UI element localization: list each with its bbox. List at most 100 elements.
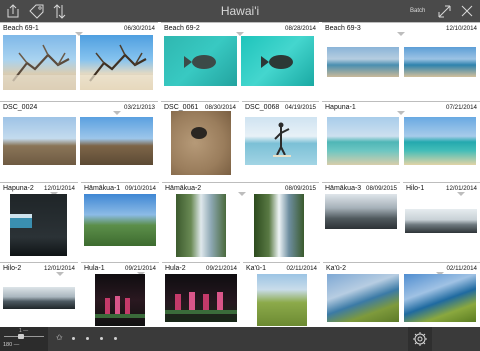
- photo-name: Hapuna-1: [325, 104, 356, 111]
- rating-dot[interactable]: [86, 337, 89, 340]
- zoom-control[interactable]: 1 — 180 —: [0, 327, 48, 351]
- divider: [242, 101, 319, 102]
- photo-thumbnail[interactable]: [95, 274, 145, 326]
- photo-grid: Beach 69-1 06/30/2014 Beach 69-2 08/28/2…: [0, 22, 480, 327]
- photo-thumbnail-original[interactable]: [327, 117, 399, 165]
- toolbar-spacer: [432, 327, 480, 351]
- divider: [322, 22, 480, 23]
- photo-thumbnail-original[interactable]: [3, 35, 76, 90]
- photo-date: 12/10/2014: [446, 25, 477, 32]
- photo-thumbnail[interactable]: [325, 194, 397, 229]
- photo-tile[interactable]: Hāmākua-3 08/09/2015: [322, 182, 400, 258]
- photo-date: 09/10/2014: [125, 185, 156, 192]
- photo-thumbnail-original[interactable]: [327, 47, 399, 77]
- divider: [323, 262, 480, 263]
- photo-tile[interactable]: DSC_0061 08/30/2014: [161, 101, 239, 177]
- photo-tile[interactable]: Hāmākua-2 08/09/2015: [162, 182, 319, 258]
- photo-thumbnail[interactable]: [84, 194, 156, 246]
- divider-pointer: [238, 192, 246, 196]
- photo-tile[interactable]: Hapuna-2 12/01/2014: [0, 182, 78, 258]
- album-title: Hawai'i: [220, 4, 260, 18]
- photo-tile[interactable]: Beach 69-3 12/10/2014: [322, 22, 480, 96]
- photo-name: Hilo-2: [3, 265, 22, 272]
- divider: [0, 182, 78, 183]
- photo-tile[interactable]: Hāmākua-1 09/10/2014: [81, 182, 159, 258]
- photo-tile[interactable]: Beach 69-1 06/30/2014: [0, 22, 158, 96]
- photo-name: Hāmākua-3: [325, 185, 362, 192]
- photo-thumbnail[interactable]: [171, 111, 231, 175]
- photo-date: 03/21/2013: [124, 104, 155, 111]
- gear-icon: [413, 332, 427, 346]
- photo-name: Hāmākua-1: [84, 185, 121, 192]
- photo-name: Hula-2: [165, 265, 186, 272]
- photo-thumbnail[interactable]: [165, 274, 237, 322]
- photo-thumbnail-original[interactable]: [164, 36, 237, 86]
- bottom-toolbar: 1 — 180 — ✩: [0, 327, 480, 351]
- photo-name: DSC_0024: [3, 104, 38, 111]
- photo-date: 02/11/2014: [446, 265, 477, 272]
- divider: [0, 22, 158, 23]
- photo-date: 07/21/2014: [446, 104, 477, 111]
- star-icon[interactable]: ✩: [56, 333, 63, 343]
- photo-thumbnail-edited[interactable]: [404, 117, 476, 165]
- divider: [161, 22, 319, 23]
- photo-tile[interactable]: Hilo-1 12/01/2014: [403, 182, 480, 258]
- divider: [322, 101, 480, 102]
- photo-name: Hula-1: [84, 265, 105, 272]
- photo-thumbnail[interactable]: [245, 117, 317, 165]
- expand-icon[interactable]: [436, 3, 452, 19]
- photo-thumbnail-original[interactable]: [327, 274, 399, 322]
- rating-dot[interactable]: [72, 337, 75, 340]
- divider: [162, 262, 240, 263]
- rating-dot[interactable]: [100, 337, 103, 340]
- zoom-slider-handle[interactable]: [18, 334, 24, 339]
- photo-tile[interactable]: Hula-1 09/21/2014: [81, 262, 159, 327]
- rating-dot[interactable]: [114, 337, 117, 340]
- photo-thumbnail[interactable]: [405, 209, 477, 233]
- photo-thumbnail[interactable]: [257, 274, 307, 326]
- photo-date: 09/21/2014: [206, 265, 237, 272]
- photo-tile[interactable]: Hula-2 09/21/2014: [162, 262, 240, 327]
- divider: [0, 262, 78, 263]
- photo-thumbnail[interactable]: [10, 194, 67, 256]
- photo-thumbnail-original[interactable]: [3, 117, 76, 165]
- photo-name: Beach 69-1: [3, 25, 39, 32]
- settings-button[interactable]: [408, 327, 432, 351]
- photo-thumbnail-edited[interactable]: [404, 274, 476, 322]
- photo-tile[interactable]: Ka'ū-1 02/11/2014: [243, 262, 320, 327]
- photo-name: Beach 69-2: [164, 25, 200, 32]
- photo-tile[interactable]: DSC_0024 03/21/2013: [0, 101, 158, 177]
- photo-date: 12/01/2014: [44, 265, 75, 272]
- photo-date: 12/01/2014: [44, 185, 75, 192]
- photo-date: 06/30/2014: [124, 25, 155, 32]
- top-toolbar: Hawai'i Batch: [0, 0, 480, 22]
- divider: [243, 262, 320, 263]
- zoom-track: [4, 336, 44, 337]
- photo-date: 08/09/2015: [366, 185, 397, 192]
- divider: [162, 182, 319, 183]
- photo-date: 08/09/2015: [285, 185, 316, 192]
- photo-date: 04/19/2015: [285, 104, 316, 111]
- photo-thumbnail-edited[interactable]: [80, 117, 153, 165]
- photo-thumbnail-original[interactable]: [176, 194, 226, 257]
- photo-thumbnail-edited[interactable]: [241, 36, 314, 86]
- photo-tile[interactable]: DSC_0068 04/19/2015: [242, 101, 319, 177]
- photo-tile[interactable]: Hilo-2 12/01/2014: [0, 262, 78, 327]
- divider: [81, 182, 159, 183]
- photo-thumbnail-edited[interactable]: [404, 47, 476, 77]
- photo-name: Ka'ū-1: [246, 265, 267, 272]
- photo-tile[interactable]: Beach 69-2 08/28/2014: [161, 22, 319, 96]
- photo-date: 02/11/2014: [286, 265, 317, 272]
- photo-tile[interactable]: Hapuna-1 07/21/2014: [322, 101, 480, 177]
- photo-date: 12/01/2014: [446, 185, 477, 192]
- photo-thumbnail-edited[interactable]: [80, 35, 153, 90]
- photo-name: DSC_0068: [245, 104, 280, 111]
- close-icon[interactable]: [460, 3, 474, 19]
- batch-button[interactable]: Batch: [410, 6, 425, 16]
- divider: [81, 262, 159, 263]
- divider: [403, 182, 480, 183]
- photo-thumbnail-edited[interactable]: [254, 194, 304, 257]
- photo-thumbnail[interactable]: [3, 287, 75, 309]
- divider: [322, 182, 400, 183]
- photo-tile[interactable]: Ka'ū-2 02/11/2014: [323, 262, 480, 327]
